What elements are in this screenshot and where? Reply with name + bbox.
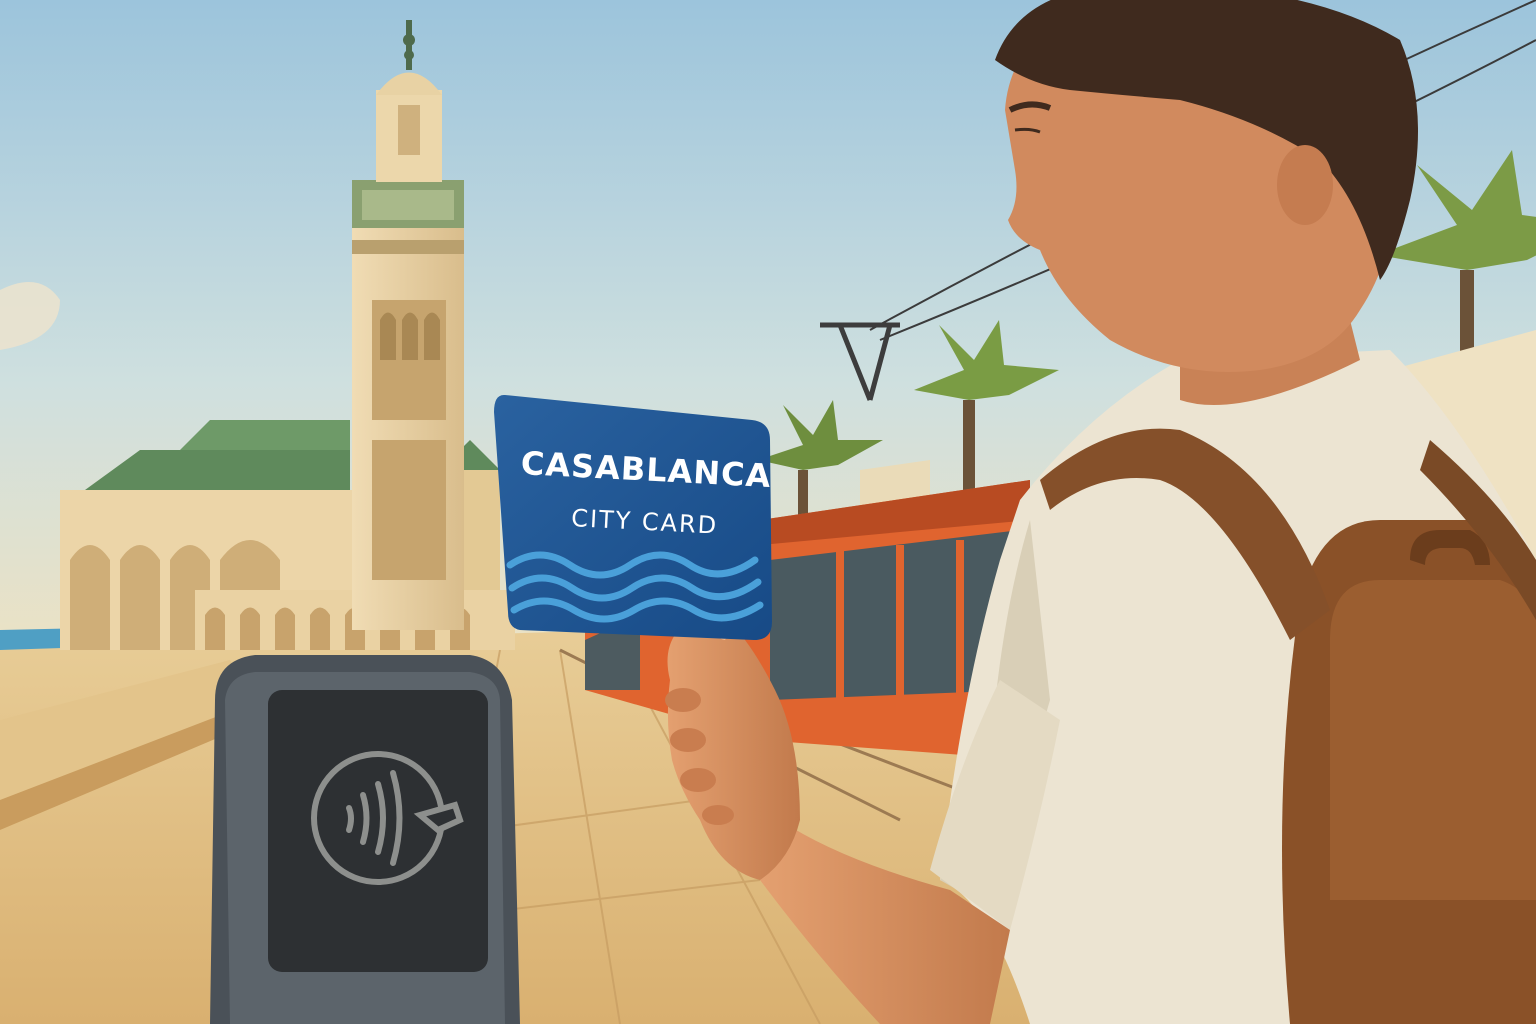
card-reader [210,655,520,1024]
illustration-scene: CASABLANCA CITY CARD [0,0,1536,1024]
city-card [494,394,772,640]
scene-artwork [0,0,1536,1024]
reader-screen [268,690,488,972]
